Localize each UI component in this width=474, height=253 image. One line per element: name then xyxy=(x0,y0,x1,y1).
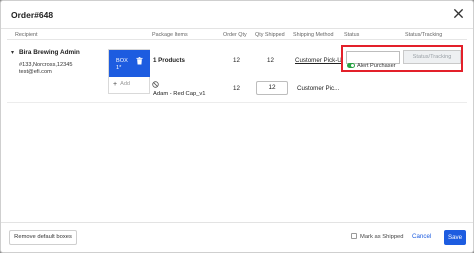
remove-default-boxes-button[interactable]: Remove default boxes xyxy=(9,230,77,245)
add-box-label: Add xyxy=(120,81,131,87)
save-button[interactable]: Save xyxy=(444,230,466,245)
cancel-button[interactable]: Cancel xyxy=(412,233,431,240)
row-item-name: Adam - Red Cap_v1 xyxy=(153,91,206,97)
box-label-line2: 1* xyxy=(116,65,122,71)
column-header-recipient: Recipient xyxy=(15,32,38,38)
box-card: BOX 1* + Add xyxy=(108,49,150,94)
column-header-qty-shipped: Qty Shipped xyxy=(255,32,285,38)
close-icon[interactable] xyxy=(453,8,464,19)
qty-shipped-input[interactable]: 12 xyxy=(256,81,288,95)
trash-icon[interactable] xyxy=(136,57,143,65)
mark-as-shipped-checkbox[interactable]: Mark as Shipped xyxy=(351,233,404,240)
box-label: BOX 1* xyxy=(116,58,128,72)
row-divider xyxy=(7,102,467,103)
header-divider xyxy=(7,39,467,40)
modal-title: Order#648 xyxy=(11,10,54,20)
row-item-summary: 1 Products xyxy=(153,57,185,64)
column-header-status-tracking: Status/Tracking xyxy=(405,32,443,38)
recipient-address: #133,Norcross,12345 xyxy=(19,62,73,68)
mark-as-shipped-label: Mark as Shipped xyxy=(360,234,404,240)
order-modal: Order#648 Recipient Package Items Order … xyxy=(0,0,474,253)
chevron-down-icon[interactable]: ▾ xyxy=(11,49,14,56)
column-header-status: Status xyxy=(344,32,360,38)
add-box-button[interactable]: + Add xyxy=(113,81,130,88)
column-header-order-qty: Order Qty xyxy=(223,32,247,38)
recipient-name: Bira Brewing Admin xyxy=(19,49,80,56)
row-shipping-method-link[interactable]: Customer Pick-U xyxy=(295,57,341,64)
box-tile[interactable]: BOX 1* xyxy=(109,50,150,77)
highlight-box xyxy=(341,45,463,72)
row-order-qty: 12 xyxy=(233,85,240,92)
recipient-email: test@efi.com xyxy=(19,69,52,75)
row-qty-shipped: 12 xyxy=(267,57,274,64)
footer-divider xyxy=(1,222,473,223)
column-header-shipping-method: Shipping Method xyxy=(293,32,334,38)
box-label-line1: BOX xyxy=(116,58,128,64)
checkbox-icon xyxy=(351,233,357,239)
row-order-qty: 12 xyxy=(233,57,240,64)
plus-icon: + xyxy=(113,81,118,88)
modal-header: Order#648 xyxy=(1,1,473,29)
column-header-package-items: Package Items xyxy=(152,32,188,38)
row-shipping-method: Customer Pic... xyxy=(297,85,340,92)
prohibited-icon xyxy=(152,81,159,88)
